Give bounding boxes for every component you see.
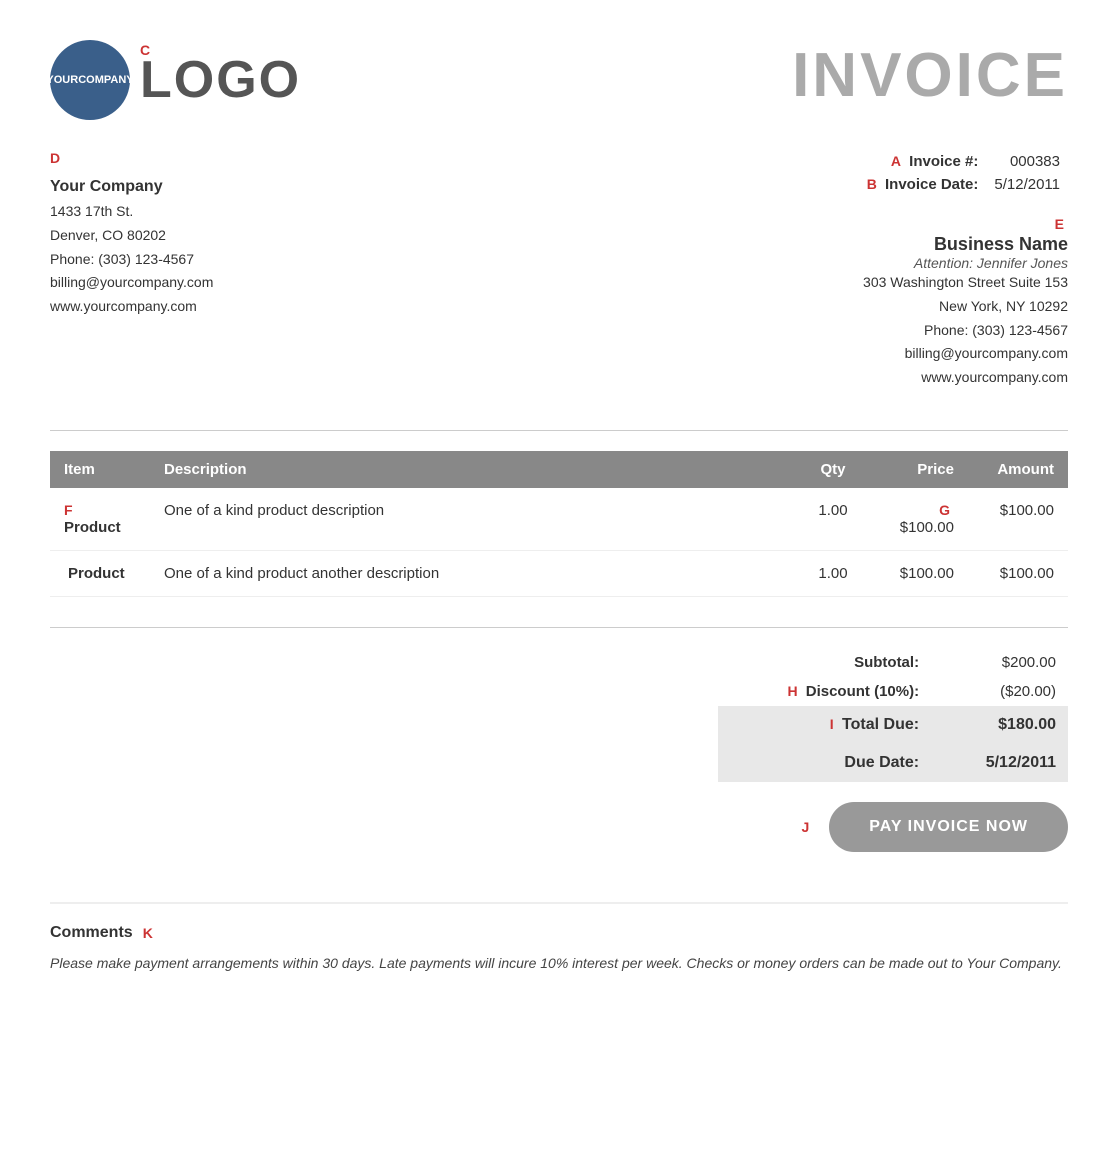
annot-h: H [787, 683, 797, 699]
logo-circle-line2: COMPANY [78, 73, 133, 87]
table-row: Product One of a kind product another de… [50, 550, 1068, 596]
divider-1 [50, 430, 1068, 431]
company-phone: Phone: (303) 123-4567 [50, 248, 508, 272]
comments-text: Please make payment arrangements within … [50, 952, 1068, 976]
total-due-value: $180.00 [931, 706, 1068, 744]
annot-d: D [50, 150, 60, 166]
top-section: D Your Company 1433 17th St. Denver, CO … [50, 150, 1068, 390]
company-email: billing@yourcompany.com [50, 271, 508, 295]
discount-label: H Discount (10%): [718, 677, 931, 706]
discount-value: ($20.00) [931, 677, 1068, 706]
logo-text: LOGO [140, 50, 301, 110]
bill-address1: 303 Washington Street Suite 153 [559, 271, 1068, 295]
bill-to-section: E Business Name Attention: Jennifer Jone… [559, 216, 1068, 390]
bill-website: www.yourcompany.com [559, 366, 1068, 390]
subtotal-value: $200.00 [931, 648, 1068, 677]
col-header-qty: Qty [798, 451, 868, 488]
col-header-description: Description [150, 451, 798, 488]
invoice-number-value: 000383 [986, 150, 1068, 173]
page-header: YOUR COMPANY C LOGO INVOICE [50, 40, 1068, 120]
due-date-value: 5/12/2011 [931, 744, 1068, 782]
company-name: Your Company [50, 178, 508, 196]
col-header-item: Item [50, 451, 150, 488]
annot-k: K [143, 925, 153, 941]
invoice-number-label: Invoice #: [909, 153, 978, 170]
invoice-date-value: 5/12/2011 [986, 173, 1068, 196]
logo-circle: YOUR COMPANY [50, 40, 130, 120]
row-qty-0: 1.00 [798, 488, 868, 551]
col-header-amount: Amount [968, 451, 1068, 488]
company-address2: Denver, CO 80202 [50, 224, 508, 248]
totals-section: Subtotal: $200.00 H Discount (10%): ($20… [50, 648, 1068, 782]
pay-invoice-button[interactable]: PAY INVOICE NOW [829, 802, 1068, 852]
annot-j: J [801, 819, 809, 835]
row-amount-0: $100.00 [968, 488, 1068, 551]
invoice-details: A Invoice #: 000383 B Invoice Date: 5/12… [559, 150, 1068, 196]
row-desc-1: One of a kind product another descriptio… [150, 550, 798, 596]
invoice-right-section: A Invoice #: 000383 B Invoice Date: 5/12… [559, 150, 1068, 390]
bill-email: billing@yourcompany.com [559, 342, 1068, 366]
bill-phone: Phone: (303) 123-4567 [559, 319, 1068, 343]
attention-text: Attention: Jennifer Jones [559, 255, 1068, 271]
subtotal-label: Subtotal: [718, 648, 931, 677]
annot-i: I [830, 716, 834, 732]
row-desc-0: One of a kind product description [150, 488, 798, 551]
totals-table: Subtotal: $200.00 H Discount (10%): ($20… [718, 648, 1068, 782]
annot-b: B [867, 176, 877, 192]
invoice-title: INVOICE [792, 40, 1068, 111]
row-qty-1: 1.00 [798, 550, 868, 596]
items-table: Item Description Qty Price Amount F Prod… [50, 451, 1068, 597]
divider-2 [50, 627, 1068, 628]
company-info-section: D Your Company 1433 17th St. Denver, CO … [50, 150, 508, 319]
business-name: Business Name [559, 234, 1068, 255]
table-row: F Product One of a kind product descript… [50, 488, 1068, 551]
annot-e: E [1055, 216, 1064, 232]
due-date-label: Due Date: [718, 744, 931, 782]
comments-title: Comments [50, 924, 133, 942]
comments-section: Comments K Please make payment arrangeme… [50, 902, 1068, 976]
row-item-1: Product [50, 550, 150, 596]
logo-area: YOUR COMPANY C LOGO [50, 40, 301, 120]
comments-header: Comments K [50, 924, 1068, 942]
company-address1: 1433 17th St. [50, 200, 508, 224]
total-due-label: I Total Due: [718, 706, 931, 744]
row-amount-1: $100.00 [968, 550, 1068, 596]
pay-section: J PAY INVOICE NOW [50, 802, 1068, 852]
row-item-0: F Product [50, 488, 150, 551]
bill-address2: New York, NY 10292 [559, 295, 1068, 319]
company-info: Your Company 1433 17th St. Denver, CO 80… [50, 178, 508, 319]
annot-c: C [140, 42, 150, 58]
annot-a: A [891, 153, 901, 169]
col-header-price: Price [868, 451, 968, 488]
company-website: www.yourcompany.com [50, 295, 508, 319]
row-price-0: G $100.00 [868, 488, 968, 551]
row-price-1: $100.00 [868, 550, 968, 596]
logo-circle-line1: YOUR [46, 73, 78, 87]
invoice-date-label: Invoice Date: [885, 176, 978, 193]
